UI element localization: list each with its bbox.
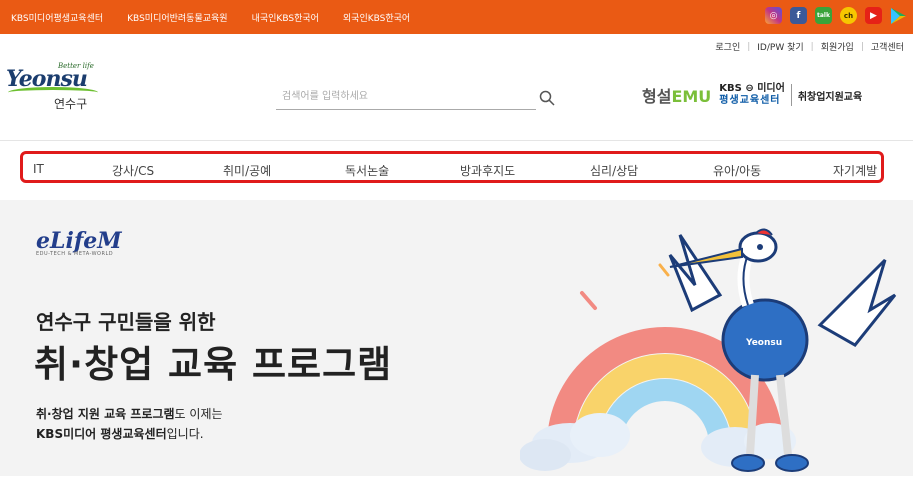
nav-item-counseling[interactable]: 심리/상담 [590,162,638,179]
kakao-channel-icon[interactable]: ch [840,7,857,24]
search-box [276,83,536,110]
divider [790,84,792,106]
search-input[interactable] [276,83,524,109]
find-id-pw-link[interactable]: ID/PW 찾기 [750,40,810,53]
kbs-media-logo: KBS ⊖ 미디어 평생교육센터 [719,83,785,106]
login-link[interactable]: 로그인 [708,40,747,53]
hyungseol-emu-logo: 형설EMU [642,87,712,106]
family-link-pet-edu[interactable]: KBS미디어반려동물교육원 [127,11,227,24]
family-link-korean-domestic[interactable]: 내국인KBS한국어 [252,11,319,24]
main-nav: IT 강사/CS 취미/공예 독서논술 방과후지도 심리/상담 유아/아동 자기… [20,151,884,183]
nav-item-reading-essay[interactable]: 독서논술 [345,162,389,179]
yeonsu-logo[interactable]: Better life Yeonsu 연수구 [6,60,106,115]
mascot-label: Yeonsu [745,338,782,348]
nav-item-afterschool[interactable]: 방과후지도 [460,162,515,179]
top-bar: KBS미디어평생교육센터 KBS미디어반려동물교육원 내국인KBS한국어 외국인… [0,0,913,34]
logo-korean: 연수구 [54,97,88,111]
family-link-kbs-media[interactable]: KBS미디어평생교육센터 [11,11,103,24]
program-label: 취창업지원교육 [797,91,863,103]
sns-links: ◎ f talk ch ▶ [765,7,907,24]
search-icon[interactable] [539,90,555,106]
kakaotalk-icon[interactable]: talk [815,7,832,24]
header-divider [0,140,913,141]
elifem-logo: eLifeM EDU-TECH & META-WORLD [36,228,122,257]
nav-item-it[interactable]: IT [33,162,44,176]
customer-center-link[interactable]: 고객센터 [864,40,911,53]
nav-item-hobby-craft[interactable]: 취미/공예 [223,162,271,179]
family-link-korean-foreign[interactable]: 외국인KBS한국어 [343,11,410,24]
facebook-icon[interactable]: f [790,7,807,24]
family-site-links: KBS미디어평생교육센터 KBS미디어반려동물교육원 내국인KBS한국어 외국인… [0,0,423,34]
nav-item-childcare[interactable]: 유아/아동 [713,162,761,179]
youtube-icon[interactable]: ▶ [865,7,882,24]
hero-description: 취·창업 지원 교육 프로그램도 이제는 KBS미디어 평생교육센터입니다. [36,407,223,441]
partner-logos: 형설EMU KBS ⊖ 미디어 평생교육센터 취창업지원교육 [642,80,862,110]
rainbow-crane-illustration: Yeonsu [519,215,913,476]
hero-title: 취·창업 교육 프로그램 [34,343,393,386]
nav-item-self-development[interactable]: 자기계발 [833,162,877,179]
instagram-icon[interactable]: ◎ [765,7,782,24]
hero-subtitle: 연수구 구민들을 위한 [36,310,216,334]
nav-item-instructor-cs[interactable]: 강사/CS [112,162,154,179]
signup-link[interactable]: 회원가입 [814,40,861,53]
play-store-icon[interactable] [890,7,907,24]
utility-menu: 로그인 | ID/PW 찾기 | 회원가입 | 고객센터 [708,40,911,54]
